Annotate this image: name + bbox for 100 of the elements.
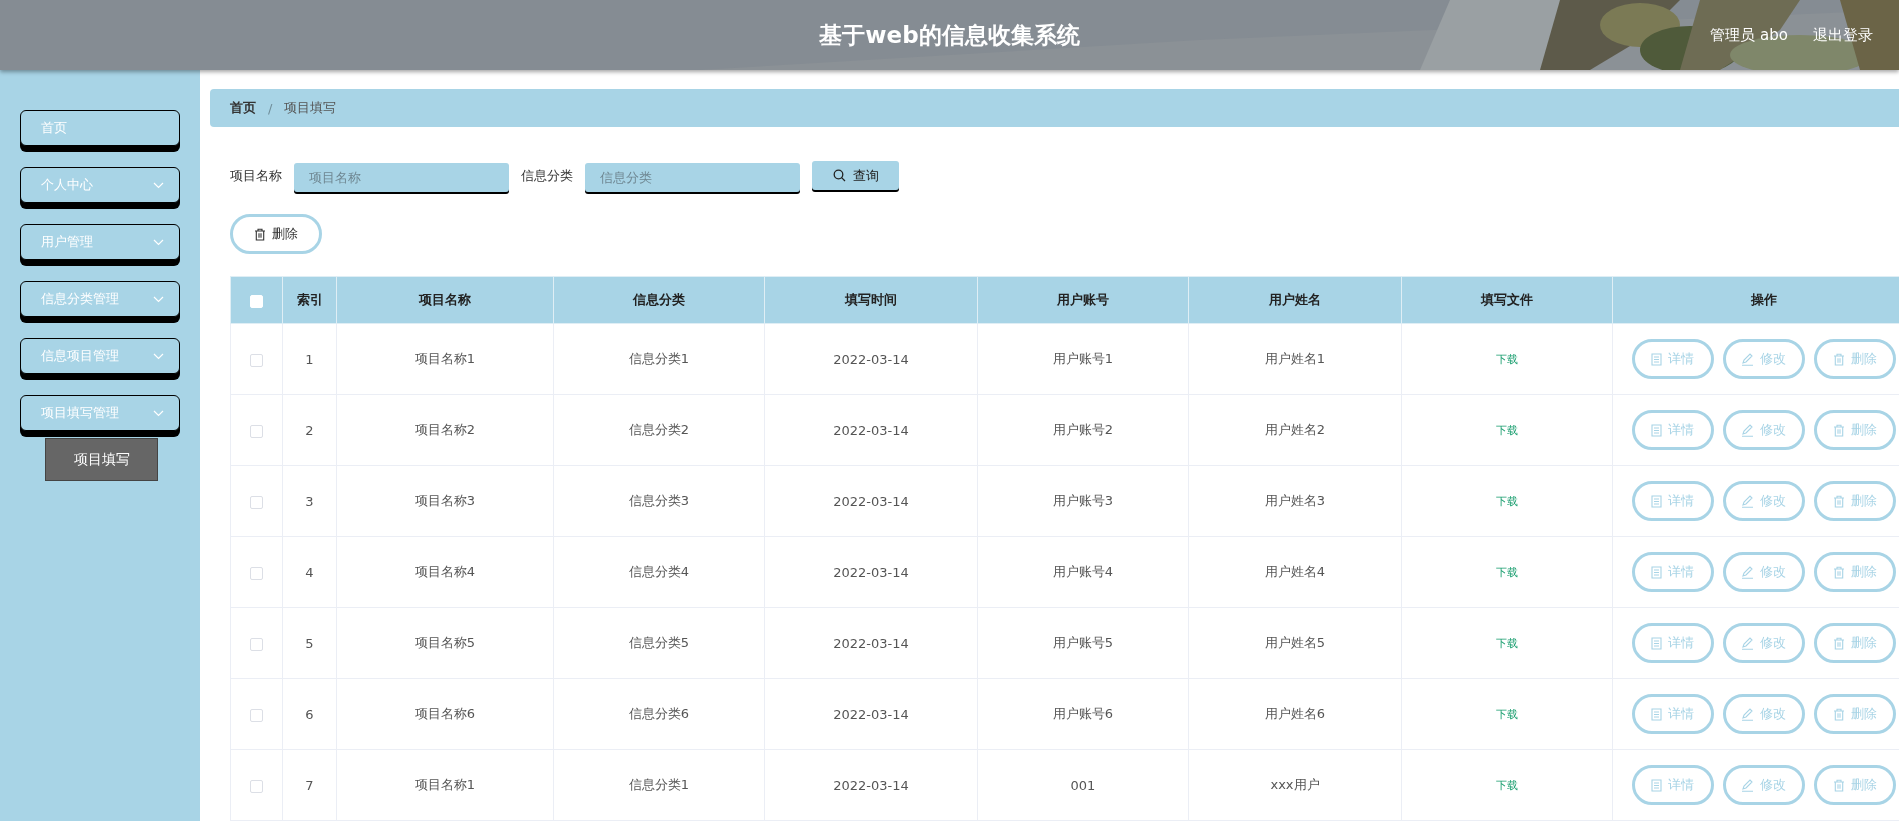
table-cell: 用户姓名4 xyxy=(1188,536,1402,608)
table-cell: 项目名称3 xyxy=(336,465,554,537)
field-label: 项目名称 xyxy=(230,167,282,185)
trash-icon xyxy=(1832,565,1845,579)
document-icon xyxy=(1651,778,1662,792)
table-cell: 2022-03-14 xyxy=(764,536,978,608)
submenu-item[interactable]: 项目填写 xyxy=(45,438,158,481)
pencil-icon xyxy=(1741,352,1754,366)
edit-button[interactable]: 修改 xyxy=(1722,481,1805,521)
trash-icon xyxy=(254,227,266,241)
delete-button[interactable]: 删除 xyxy=(1813,410,1896,450)
edit-button[interactable]: 修改 xyxy=(1722,339,1805,379)
column-header: 用户姓名 xyxy=(1188,276,1402,324)
download-link[interactable]: 下载 xyxy=(1496,779,1518,792)
details-button[interactable]: 详情 xyxy=(1631,481,1714,521)
details-button[interactable]: 详情 xyxy=(1631,410,1714,450)
table-cell: 用户姓名5 xyxy=(1188,607,1402,679)
table-cell: 5 xyxy=(282,607,337,679)
document-icon xyxy=(1651,636,1662,650)
trash-icon xyxy=(1832,423,1845,437)
breadcrumb-item[interactable]: 首页 xyxy=(230,99,256,117)
delete-button[interactable]: 删除 xyxy=(1813,481,1896,521)
table-cell: 2 xyxy=(282,394,337,466)
table-cell: 用户账号1 xyxy=(977,323,1189,395)
table-cell: 001 xyxy=(977,749,1189,821)
details-button[interactable]: 详情 xyxy=(1631,339,1714,379)
checkbox[interactable] xyxy=(250,353,263,367)
pencil-icon xyxy=(1741,423,1754,437)
details-button[interactable]: 详情 xyxy=(1631,623,1714,663)
document-icon xyxy=(1651,565,1662,579)
input-field[interactable]: 信息分类 xyxy=(585,163,800,192)
breadcrumb-separator: / xyxy=(268,100,273,116)
table-cell: 6 xyxy=(282,678,337,750)
table-cell: 信息分类2 xyxy=(553,394,765,466)
delete-button[interactable]: 删除 xyxy=(1813,339,1896,379)
column-header: 信息分类 xyxy=(553,276,765,324)
column-header: 用户账号 xyxy=(977,276,1189,324)
search-button[interactable]: 查询 xyxy=(812,161,899,190)
checkbox[interactable] xyxy=(250,708,263,722)
download-link[interactable]: 下载 xyxy=(1496,424,1518,437)
trash-icon xyxy=(1832,778,1845,792)
table-cell: 用户账号3 xyxy=(977,465,1189,537)
delete-button[interactable]: 删除 xyxy=(230,214,322,254)
table-cell: 7 xyxy=(282,749,337,821)
table-cell: 2022-03-14 xyxy=(764,323,978,395)
table-cell: xxx用户 xyxy=(1188,749,1402,821)
logout-link[interactable]: 退出登录 xyxy=(1813,25,1873,45)
download-link[interactable]: 下载 xyxy=(1496,708,1518,721)
checkbox[interactable] xyxy=(250,424,263,438)
table-cell: 项目名称1 xyxy=(336,323,554,395)
user-name: 管理员 abo xyxy=(1710,25,1788,45)
column-header: 操作 xyxy=(1612,276,1899,324)
checkbox[interactable] xyxy=(250,779,263,793)
table-cell: 信息分类6 xyxy=(553,678,765,750)
download-link[interactable]: 下载 xyxy=(1496,566,1518,579)
chevron-down-icon xyxy=(153,295,164,303)
edit-button[interactable]: 修改 xyxy=(1722,410,1805,450)
table-cell: 项目名称4 xyxy=(336,536,554,608)
pencil-icon xyxy=(1741,494,1754,508)
table-cell: 2022-03-14 xyxy=(764,749,978,821)
chevron-down-icon xyxy=(153,409,164,417)
delete-button[interactable]: 删除 xyxy=(1813,623,1896,663)
chevron-down-icon xyxy=(153,352,164,360)
edit-button[interactable]: 修改 xyxy=(1722,623,1805,663)
edit-button[interactable]: 修改 xyxy=(1722,552,1805,592)
document-icon xyxy=(1651,423,1662,437)
table-cell: 信息分类1 xyxy=(553,323,765,395)
delete-button[interactable]: 删除 xyxy=(1813,552,1896,592)
table-cell: 4 xyxy=(282,536,337,608)
column-header: 索引 xyxy=(282,276,337,324)
checkbox[interactable] xyxy=(250,495,263,509)
document-icon xyxy=(1651,352,1662,366)
table-cell: 2022-03-14 xyxy=(764,394,978,466)
table-cell: 1 xyxy=(282,323,337,395)
download-link[interactable]: 下载 xyxy=(1496,637,1518,650)
checkbox[interactable] xyxy=(250,637,263,651)
breadcrumb-item[interactable]: 项目填写 xyxy=(284,99,337,117)
edit-button[interactable]: 修改 xyxy=(1722,765,1805,805)
delete-button[interactable]: 删除 xyxy=(1813,765,1896,805)
delete-button[interactable]: 删除 xyxy=(1813,694,1896,734)
checkbox[interactable] xyxy=(250,566,263,580)
details-button[interactable]: 详情 xyxy=(1631,694,1714,734)
table-cell: 项目名称1 xyxy=(336,749,554,821)
details-button[interactable]: 详情 xyxy=(1631,552,1714,592)
table-cell: 项目名称2 xyxy=(336,394,554,466)
pencil-icon xyxy=(1741,778,1754,792)
trash-icon xyxy=(1832,707,1845,721)
table-cell: 项目名称6 xyxy=(336,678,554,750)
download-link[interactable]: 下载 xyxy=(1496,495,1518,508)
table-cell: 用户账号6 xyxy=(977,678,1189,750)
column-header: 填写时间 xyxy=(764,276,978,324)
table-cell: 2022-03-14 xyxy=(764,678,978,750)
table-cell: 用户账号4 xyxy=(977,536,1189,608)
download-link[interactable]: 下载 xyxy=(1496,353,1518,366)
details-button[interactable]: 详情 xyxy=(1631,765,1714,805)
pencil-icon xyxy=(1741,636,1754,650)
trash-icon xyxy=(1832,352,1845,366)
input-field[interactable]: 项目名称 xyxy=(294,163,509,192)
table-cell: 项目名称5 xyxy=(336,607,554,679)
edit-button[interactable]: 修改 xyxy=(1722,694,1805,734)
